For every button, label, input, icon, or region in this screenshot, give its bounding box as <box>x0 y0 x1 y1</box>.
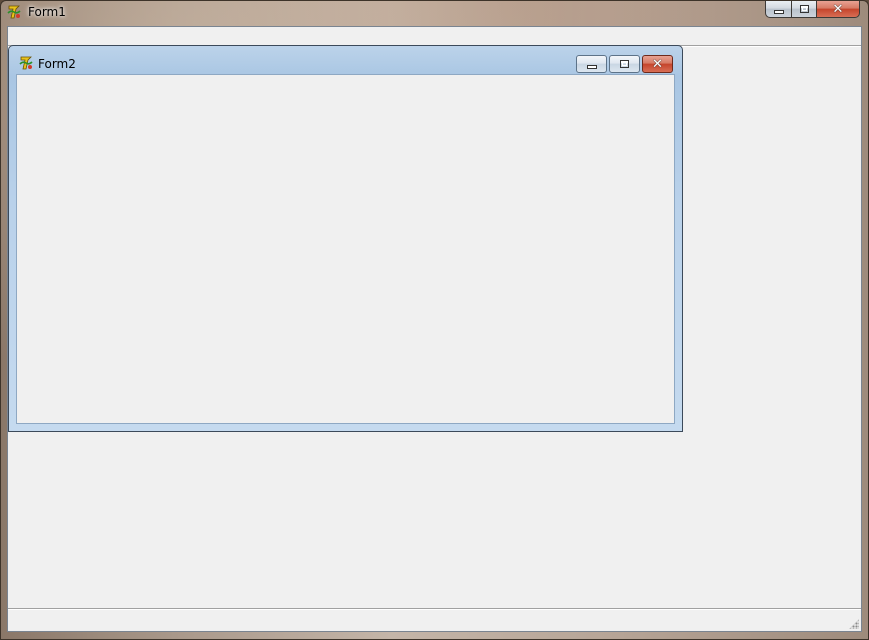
form1-caption-buttons: ✕ <box>765 1 860 18</box>
minimize-icon <box>586 65 597 69</box>
form2-minimize-button[interactable] <box>576 55 607 73</box>
form2-restore-button[interactable] <box>609 55 640 73</box>
maximize-icon <box>799 5 809 13</box>
size-grip-icon[interactable] <box>849 619 859 629</box>
form2-title: Form2 <box>38 57 76 71</box>
toolbar-strip <box>8 27 861 46</box>
form1-close-button[interactable]: ✕ <box>817 1 860 18</box>
form1-minimize-button[interactable] <box>765 1 791 18</box>
close-icon: ✕ <box>832 1 844 17</box>
minimize-icon <box>773 10 784 14</box>
form2-client-area[interactable] <box>16 74 675 424</box>
restore-icon <box>620 60 629 68</box>
delphi-app-icon <box>18 55 34 71</box>
close-icon: ✕ <box>652 56 663 72</box>
delphi-app-icon <box>6 4 22 20</box>
form1-maximize-button[interactable] <box>791 1 817 18</box>
form2-close-button[interactable]: ✕ <box>642 55 673 73</box>
form2-title-bar[interactable]: Form2 ✕ <box>9 46 682 74</box>
form2-window[interactable]: Form2 ✕ <box>8 45 683 432</box>
form2-caption-buttons: ✕ <box>576 55 673 73</box>
form1-title-bar[interactable]: Form1 ✕ <box>1 1 868 25</box>
status-bar <box>8 608 861 631</box>
form1-title: Form1 <box>28 5 66 19</box>
